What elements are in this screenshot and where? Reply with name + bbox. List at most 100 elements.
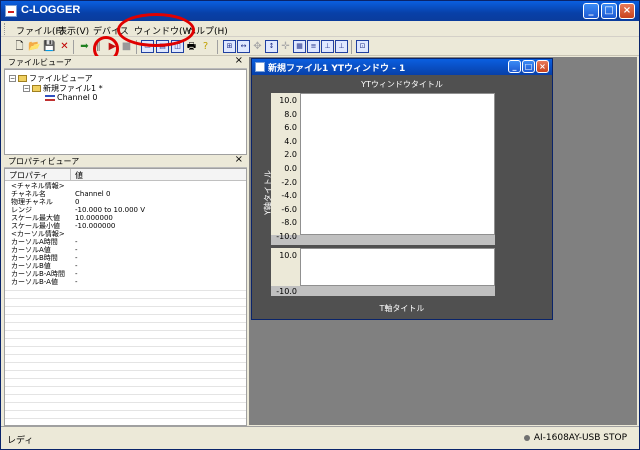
property-grid-header: プロパティ 値 xyxy=(5,169,246,181)
property-row[interactable]: カーソルB-A値 - xyxy=(5,278,246,286)
upper-y-tick-label: -2.0 xyxy=(281,177,297,187)
property-viewer-close-icon[interactable]: × xyxy=(235,154,243,165)
move-icon[interactable]: ✥ xyxy=(251,40,264,53)
lower-plot-area[interactable] xyxy=(300,248,495,286)
app-title: C-LOGGER xyxy=(21,4,81,16)
maximize-button[interactable]: □ xyxy=(601,3,617,19)
upper-y-tick-label: 6.0 xyxy=(284,123,297,133)
file-viewer-close-icon[interactable]: × xyxy=(235,55,243,66)
zoom-vertical-icon[interactable]: ↕ xyxy=(265,40,278,53)
menu-file[interactable]: ファイル(F) xyxy=(16,24,64,37)
property-row[interactable]: カーソルA値 - xyxy=(5,246,246,254)
save-icon[interactable]: 💾 xyxy=(43,40,56,53)
yt-close-button[interactable]: × xyxy=(536,60,549,73)
sync-icon[interactable]: ⊡ xyxy=(356,40,369,53)
file-viewer-title: ファイルビューア xyxy=(8,58,72,67)
app-window: C-LOGGER _ □ × ファイル(F) 表示(V) デバイス ウィンドウ(… xyxy=(0,0,640,450)
property-value: - xyxy=(75,238,78,246)
stop-icon[interactable]: ■ xyxy=(120,40,133,53)
property-row[interactable]: スケール最小値 -10.000000 xyxy=(5,222,246,230)
upper-y-tick-label: -6.0 xyxy=(281,204,297,214)
window-yt-icon[interactable]: ▭ xyxy=(141,40,154,53)
menu-help[interactable]: ヘルプ(H) xyxy=(187,24,228,37)
property-key: カーソルB-A時間 xyxy=(11,270,65,278)
property-row[interactable]: カーソルB-A時間 - xyxy=(5,270,246,278)
menu-bar: ファイル(F) 表示(V) デバイス ウィンドウ(W) ヘルプ(H) xyxy=(1,21,639,37)
property-key: レンジ xyxy=(11,206,32,214)
property-row[interactable]: カーソルB時間 - xyxy=(5,254,246,262)
property-key: 物理チャネル xyxy=(11,198,53,206)
device-status: AI-1608AY-USB STOP xyxy=(523,433,627,443)
collapse-icon[interactable]: − xyxy=(9,75,16,82)
grid-line xyxy=(5,378,246,379)
close-button[interactable]: × xyxy=(619,3,635,19)
column-value[interactable]: 値 xyxy=(75,170,83,181)
start-icon[interactable]: ▶ xyxy=(106,40,119,53)
upper-y-tick-label: 10.0 xyxy=(279,96,297,105)
grid-line xyxy=(5,314,246,315)
property-key: スケール最大値 xyxy=(11,214,60,222)
upper-plot-area[interactable] xyxy=(300,93,495,235)
property-row[interactable]: 物理チャネル 0 xyxy=(5,198,246,206)
pan-icon[interactable]: ✛ xyxy=(279,40,292,53)
yt-maximize-button[interactable]: □ xyxy=(522,60,535,73)
window-list-icon[interactable]: ▤ xyxy=(156,40,169,53)
grid-line xyxy=(5,402,246,403)
grid-line xyxy=(5,394,246,395)
property-key: <チャネル情報> xyxy=(11,182,65,190)
lower-y-tick-label: 10.0 xyxy=(279,251,297,260)
cursor-b-icon[interactable]: ⊥ xyxy=(335,40,348,53)
zoom-horizontal-icon[interactable]: ↔ xyxy=(237,40,250,53)
connect-icon[interactable]: ➡ xyxy=(78,40,91,53)
tree-channel[interactable]: Channel 0 xyxy=(45,93,97,102)
grid-line xyxy=(5,298,246,299)
minimize-button[interactable]: _ xyxy=(583,3,599,19)
property-value: Channel 0 xyxy=(75,190,111,198)
property-value: 0 xyxy=(75,198,80,206)
property-row[interactable]: チャネル名 Channel 0 xyxy=(5,190,246,198)
property-key: カーソルB時間 xyxy=(11,254,58,262)
pause-icon[interactable]: ∥ xyxy=(92,40,105,53)
property-row[interactable]: <チャネル情報> xyxy=(5,182,246,190)
property-row[interactable]: スケール最大値 10.000000 xyxy=(5,214,246,222)
menu-window[interactable]: ウィンドウ(W) xyxy=(134,24,195,37)
column-property[interactable]: プロパティ xyxy=(9,170,49,181)
cursor-a-icon[interactable]: ⊥ xyxy=(321,40,334,53)
property-value: -10.000 to 10.000 V xyxy=(75,206,146,214)
zoom-fit-icon[interactable]: ⊞ xyxy=(223,40,236,53)
help-icon[interactable]: ? xyxy=(199,40,212,53)
upper-y-tick-label: -10.0 xyxy=(276,232,297,241)
yt-window-titlebar[interactable]: 新規ファイル1 YTウィンドウ - 1 _ □ × xyxy=(252,59,552,75)
grid-line xyxy=(5,306,246,307)
lower-time-band xyxy=(271,286,495,296)
status-bar: レディ AI-1608AY-USB STOP xyxy=(1,426,639,449)
property-value: - xyxy=(75,262,78,270)
property-row[interactable]: レンジ -10.000 to 10.000 V xyxy=(5,206,246,214)
lower-y-tick-label: -10.0 xyxy=(276,287,297,296)
collapse-icon[interactable]: − xyxy=(23,85,30,92)
print-icon[interactable]: 🖶 xyxy=(185,40,198,53)
grid-line xyxy=(5,338,246,339)
property-row[interactable]: カーソルA時間 - xyxy=(5,238,246,246)
new-file-icon[interactable]: 🗋 xyxy=(13,40,26,53)
window-tile-icon[interactable]: ◫ xyxy=(171,40,184,53)
grid-line xyxy=(5,322,246,323)
upper-time-band xyxy=(271,235,495,245)
property-row[interactable]: カーソルB値 - xyxy=(5,262,246,270)
menu-view[interactable]: 表示(V) xyxy=(58,24,89,37)
chart-title: YTウィンドウタイトル xyxy=(361,80,443,89)
toolbar: 🗋 📂 💾 ✕ ➡ ∥ ▶ ■ ▭ ▤ ◫ 🖶 ? ⊞ ↔ ✥ ↕ ✛ ▦ ≡ … xyxy=(1,38,639,56)
grid-line xyxy=(5,362,246,363)
grid-line xyxy=(5,354,246,355)
property-viewer-header: プロパティビューア × xyxy=(4,154,247,168)
grid-settings-icon[interactable]: ▦ xyxy=(293,40,306,53)
open-folder-icon[interactable]: 📂 xyxy=(28,40,41,53)
delete-icon[interactable]: ✕ xyxy=(58,40,71,53)
title-bar: C-LOGGER _ □ × xyxy=(1,1,639,21)
menu-device[interactable]: デバイス xyxy=(93,24,129,37)
property-row[interactable]: <カーソル情報> xyxy=(5,230,246,238)
scale-settings-icon[interactable]: ≡ xyxy=(307,40,320,53)
grid-line xyxy=(5,386,246,387)
property-value: 10.000000 xyxy=(75,214,113,222)
yt-minimize-button[interactable]: _ xyxy=(508,60,521,73)
